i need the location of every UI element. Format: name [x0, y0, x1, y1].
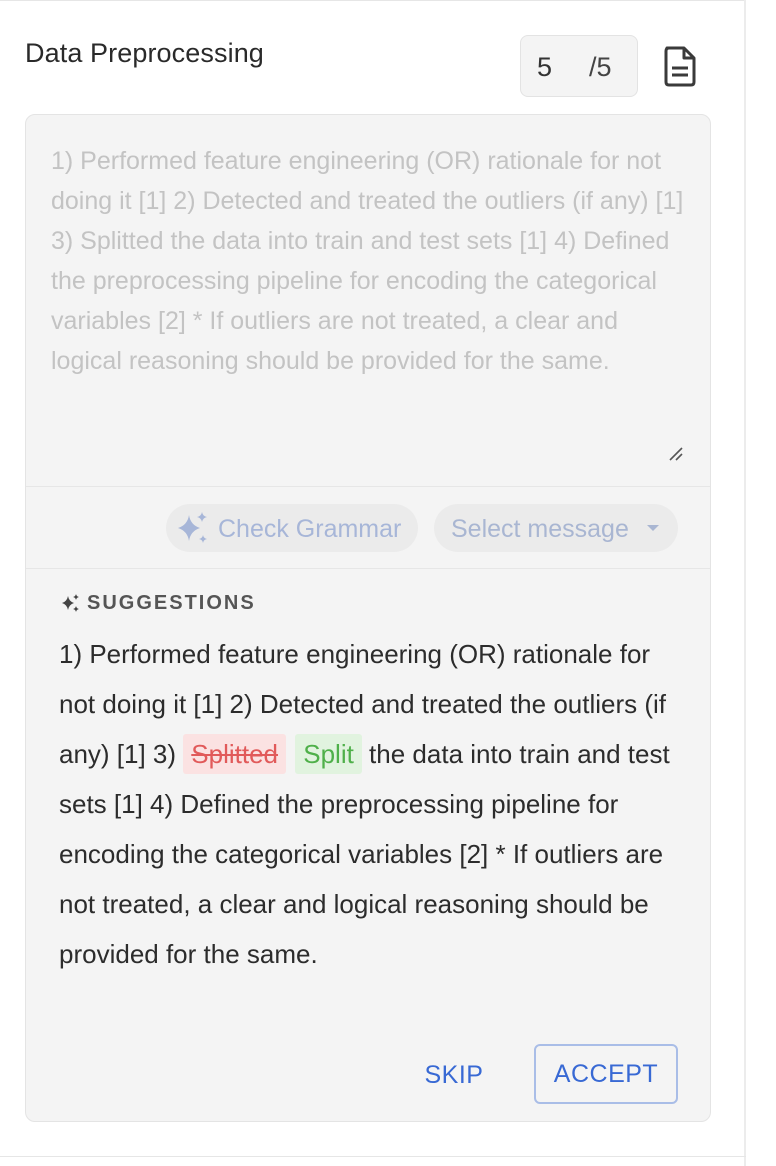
score-value[interactable]: 5	[537, 52, 552, 83]
top-divider	[0, 0, 746, 1]
caret-down-icon	[647, 525, 659, 531]
inserted-word: Split	[295, 734, 362, 774]
bottom-divider	[0, 1156, 746, 1157]
comment-card: Check Grammar Select message SUGGESTIONS…	[25, 114, 711, 1122]
right-divider	[744, 0, 746, 1166]
sparkle-icon	[62, 594, 79, 612]
skip-button[interactable]: SKIP	[414, 1045, 494, 1105]
score-max: /5	[589, 52, 612, 82]
section-title: Data Preprocessing	[25, 38, 264, 68]
suggestion-text-after: the data into train and test sets [1] 4)…	[59, 739, 670, 969]
suggestions-header: SUGGESTIONS	[59, 590, 256, 616]
accept-button[interactable]: ACCEPT	[534, 1044, 678, 1104]
document-icon[interactable]	[660, 44, 700, 88]
comment-area	[26, 115, 710, 487]
suggestions-title: SUGGESTIONS	[87, 591, 256, 614]
score-input[interactable]: 5 /5	[520, 35, 638, 97]
sparkle-icon	[178, 512, 207, 543]
resize-handle-icon[interactable]	[667, 445, 683, 461]
removed-word: Splitted	[183, 734, 287, 774]
comment-textarea[interactable]	[51, 141, 691, 461]
select-message-dropdown[interactable]: Select message	[434, 504, 678, 552]
check-grammar-button[interactable]: Check Grammar	[166, 504, 418, 552]
grading-panel: Data Preprocessing 5 /5 Check Gra	[0, 0, 776, 1166]
select-message-label: Select message	[451, 515, 629, 543]
suggestion-text: 1) Performed feature engineering (OR) ra…	[59, 629, 689, 979]
check-grammar-label: Check Grammar	[218, 515, 402, 543]
comment-toolbar: Check Grammar Select message	[26, 487, 710, 569]
